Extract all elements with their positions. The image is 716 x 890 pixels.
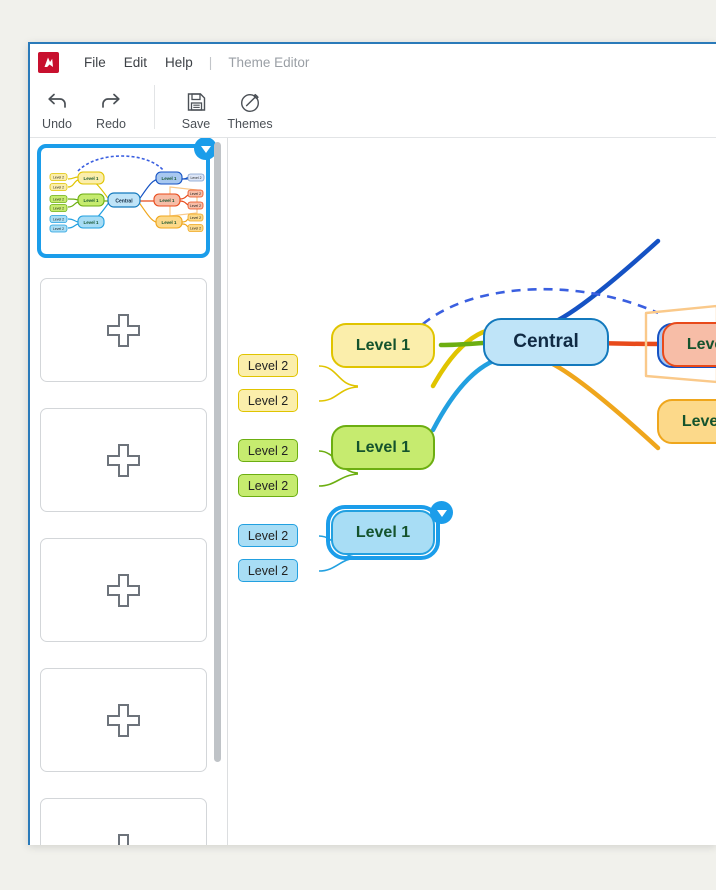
- svg-text:Level 2: Level 2: [190, 227, 201, 231]
- plus-icon: [107, 443, 140, 477]
- svg-text:Level 2: Level 2: [53, 207, 64, 211]
- undo-label: Undo: [42, 117, 72, 131]
- add-slide-button[interactable]: [40, 798, 207, 845]
- save-button[interactable]: Save: [169, 85, 223, 131]
- svg-text:Level 2: Level 2: [190, 192, 201, 196]
- plus-icon: [107, 703, 140, 737]
- chevron-down-badge-icon[interactable]: [430, 501, 453, 524]
- svg-text:Level 1: Level 1: [84, 220, 99, 225]
- mindmap-thumbnail: Central Level 1 Level 1 Level 1 Level 1 …: [49, 155, 205, 233]
- node-label: Level 2: [247, 563, 289, 578]
- floppy-disk-icon: [186, 89, 207, 115]
- node-central-label: Central: [513, 331, 579, 352]
- node-level2-yellow-1[interactable]: Level 2: [238, 354, 298, 377]
- svg-text:Level 2: Level 2: [53, 227, 64, 231]
- add-slide-button[interactable]: [40, 538, 207, 642]
- themes-label: Themes: [227, 117, 273, 131]
- toolbar: Undo Redo Save Themes: [30, 81, 716, 138]
- svg-text:Level 2: Level 2: [190, 216, 201, 220]
- plus-icon: [107, 313, 140, 347]
- node-label: Level 2: [247, 528, 289, 543]
- menu-separator: |: [208, 55, 213, 70]
- menu-item-file[interactable]: File: [75, 52, 115, 73]
- node-level2-green-1[interactable]: Level 2: [238, 439, 298, 462]
- svg-text:Level 1: Level 1: [160, 198, 175, 203]
- node-label: Level 1: [355, 438, 411, 456]
- node-central[interactable]: Central: [483, 318, 609, 366]
- application-window: File Edit Help | Theme Editor Undo Redo …: [28, 42, 716, 845]
- menu-bar: File Edit Help | Theme Editor: [30, 44, 716, 81]
- node-label: Level 1: [686, 335, 716, 353]
- node-level1-blue-selected[interactable]: Level 1: [331, 510, 435, 555]
- node-label: Level 2: [247, 358, 289, 373]
- node-level2-yellow-2[interactable]: Level 2: [238, 389, 298, 412]
- node-level1-orange[interactable]: Level 1: [657, 399, 716, 444]
- paintbrush-circle-icon: [239, 89, 262, 115]
- plus-icon: [107, 573, 140, 607]
- menu-item-theme-editor[interactable]: Theme Editor: [219, 52, 318, 73]
- triangle-glyph: [200, 145, 211, 153]
- save-label: Save: [181, 117, 211, 131]
- menu-item-edit[interactable]: Edit: [115, 52, 156, 73]
- node-label: Level 2: [247, 393, 289, 408]
- node-level2-blue-2[interactable]: Level 2: [238, 559, 298, 582]
- app-logo-icon[interactable]: [38, 52, 59, 73]
- node-label: Level 1: [355, 336, 411, 354]
- mindmap-canvas[interactable]: Central Level 1 Level 2 Level 2 Level 1 …: [228, 138, 716, 845]
- slide-list: Central Level 1 Level 1 Level 1 Level 1 …: [30, 138, 227, 845]
- svg-text:Level 1: Level 1: [162, 176, 177, 181]
- node-level1-yellow[interactable]: Level 1: [331, 323, 435, 368]
- sidebar-scrollbar[interactable]: [214, 142, 221, 762]
- redo-label: Redo: [96, 117, 126, 131]
- node-label: Level 1: [355, 523, 411, 541]
- node-label: Level 1: [681, 412, 716, 430]
- undo-button[interactable]: Undo: [30, 85, 84, 131]
- svg-text:Level 2: Level 2: [53, 186, 64, 190]
- svg-text:Level 2: Level 2: [191, 176, 202, 180]
- node-level2-blue-1[interactable]: Level 2: [238, 524, 298, 547]
- themes-button[interactable]: Themes: [223, 85, 277, 131]
- node-level2-green-2[interactable]: Level 2: [238, 474, 298, 497]
- node-level1-salmon[interactable]: Level 1: [662, 322, 716, 367]
- slide-panel: Central Level 1 Level 1 Level 1 Level 1 …: [30, 138, 228, 845]
- toolbar-divider: [154, 85, 155, 129]
- plus-icon: [107, 833, 140, 845]
- toolbar-group-history: Undo Redo: [30, 85, 138, 131]
- triangle-glyph: [436, 509, 447, 517]
- add-slide-button[interactable]: [40, 668, 207, 772]
- add-slide-button[interactable]: [40, 278, 207, 382]
- add-slide-button[interactable]: [40, 408, 207, 512]
- svg-text:Level 2: Level 2: [53, 176, 64, 180]
- svg-text:Level 2: Level 2: [190, 204, 201, 208]
- workspace: Central Level 1 Level 1 Level 1 Level 1 …: [30, 138, 716, 845]
- svg-text:Level 2: Level 2: [53, 198, 64, 202]
- redo-button[interactable]: Redo: [84, 85, 138, 131]
- mindmap-connectors: [318, 238, 716, 572]
- undo-arrow-icon: [45, 89, 69, 115]
- slide-thumbnail-selected[interactable]: Central Level 1 Level 1 Level 1 Level 1 …: [37, 138, 217, 258]
- node-level1-green[interactable]: Level 1: [331, 425, 435, 470]
- svg-text:Central: Central: [115, 199, 133, 205]
- svg-text:Level 1: Level 1: [84, 176, 99, 181]
- menu-item-help[interactable]: Help: [156, 52, 202, 73]
- node-label: Level 2: [247, 478, 289, 493]
- redo-arrow-icon: [99, 89, 123, 115]
- toolbar-group-file: Save Themes: [169, 85, 277, 131]
- svg-text:Level 1: Level 1: [162, 220, 177, 225]
- svg-text:Level 1: Level 1: [84, 198, 99, 203]
- node-label: Level 2: [247, 443, 289, 458]
- svg-text:Level 2: Level 2: [53, 218, 64, 222]
